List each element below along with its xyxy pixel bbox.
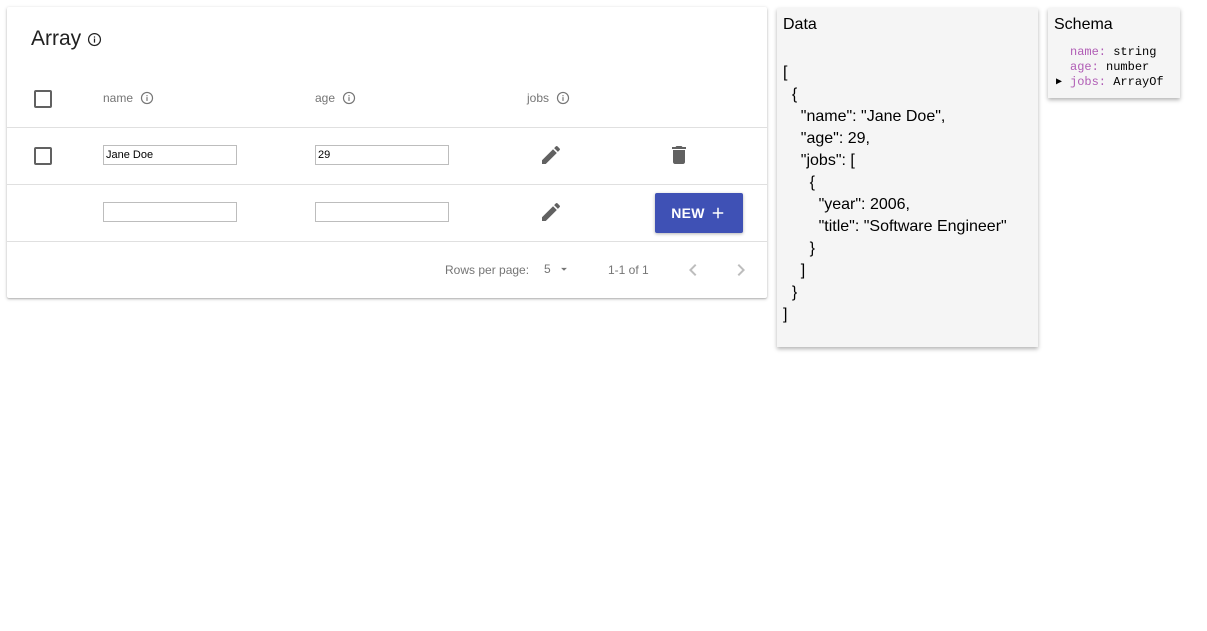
chevron-right-icon[interactable] — [729, 258, 753, 282]
schema-panel-title: Schema — [1054, 16, 1113, 33]
row-checkbox[interactable] — [34, 147, 52, 165]
chevron-left-icon[interactable] — [681, 258, 705, 282]
column-header-jobs: jobs — [527, 91, 570, 105]
schema-type: ArrayOf — [1106, 75, 1164, 89]
column-header-label: jobs — [527, 91, 550, 105]
array-title: Array — [31, 27, 102, 51]
dropdown-arrow-icon — [560, 267, 567, 271]
column-header-label: age — [315, 91, 336, 105]
delete-icon[interactable] — [667, 143, 691, 167]
table-header-row: name age jobs — [7, 71, 767, 128]
pagination: Rows per page: 5 1-1 of 1 — [7, 242, 767, 298]
edit-icon[interactable] — [539, 200, 563, 224]
schema-field-jobs[interactable]: ▶ jobs: ArrayOf — [1056, 75, 1164, 90]
rows-per-page-select[interactable]: 5 — [544, 262, 571, 276]
array-card: Array name age jobs NEW — [7, 7, 767, 298]
schema-key: age: — [1070, 60, 1099, 74]
schema-type: string — [1106, 45, 1157, 59]
schema-field-age: ▶ age: number — [1056, 60, 1164, 75]
column-header-age: age — [315, 91, 356, 105]
schema-list: name: string ▶ age: number ▶ jobs: Array… — [1056, 45, 1164, 90]
data-panel: Data [ { "name": "Jane Doe", "age": 29, … — [777, 8, 1038, 347]
rows-per-page-value: 5 — [544, 262, 551, 276]
schema-panel: Schema name: string ▶ age: number ▶ jobs… — [1048, 8, 1180, 98]
new-item-row: NEW — [7, 185, 767, 242]
select-all-checkbox[interactable] — [34, 90, 52, 108]
schema-key: jobs: — [1070, 75, 1107, 89]
data-json-text: [ { "name": "Jane Doe", "age": 29, "jobs… — [783, 64, 1007, 323]
expand-arrow-icon[interactable]: ▶ — [1056, 75, 1070, 90]
info-icon[interactable] — [87, 32, 102, 47]
new-button-label: NEW — [671, 205, 705, 221]
name-input[interactable] — [103, 145, 237, 165]
data-panel-title: Data — [783, 16, 817, 33]
info-icon[interactable] — [140, 91, 154, 105]
column-header-name: name — [103, 91, 154, 105]
info-icon[interactable] — [342, 91, 356, 105]
new-button[interactable]: NEW — [655, 193, 743, 233]
age-input[interactable] — [315, 145, 449, 165]
new-name-input[interactable] — [103, 202, 237, 222]
rows-per-page-label: Rows per page: — [445, 263, 530, 277]
pagination-range: 1-1 of 1 — [608, 263, 649, 277]
schema-field-name: name: string — [1056, 45, 1164, 60]
new-age-input[interactable] — [315, 202, 449, 222]
schema-type: number — [1098, 60, 1150, 74]
table-row — [7, 128, 767, 185]
array-title-text: Array — [31, 27, 82, 50]
plus-icon — [712, 207, 724, 219]
schema-key: name: — [1070, 45, 1107, 59]
expand-arrow — [1056, 45, 1070, 60]
info-icon[interactable] — [556, 91, 570, 105]
edit-icon[interactable] — [539, 143, 563, 167]
column-header-label: name — [103, 91, 134, 105]
